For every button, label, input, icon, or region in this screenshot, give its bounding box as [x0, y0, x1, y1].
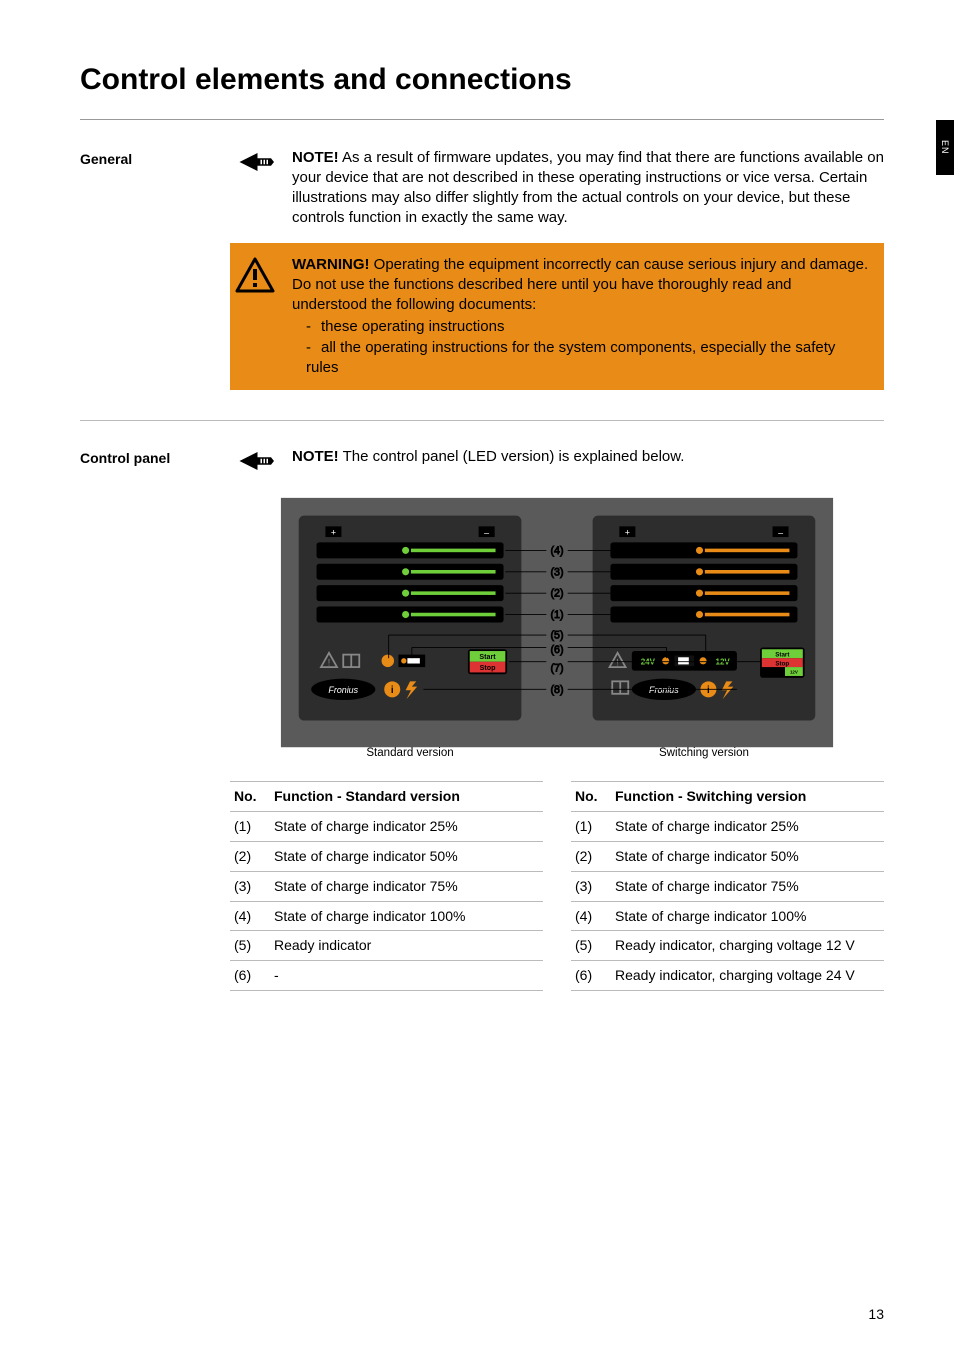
table-row: (4)State of charge indicator 100%	[230, 901, 543, 931]
warning-item-2: all the operating instructions for the s…	[306, 338, 870, 379]
warning-lead: WARNING!	[292, 256, 370, 273]
section-rule	[80, 420, 884, 421]
svg-text:Switching version: Switching version	[659, 747, 749, 759]
pointing-hand-icon	[238, 150, 274, 174]
svg-text:(3): (3)	[550, 566, 563, 578]
title-rule	[80, 119, 884, 120]
svg-text:!: !	[616, 657, 618, 667]
warning-triangle-icon	[235, 257, 275, 293]
svg-text:Stop: Stop	[480, 664, 496, 672]
panel-note-lead: NOTE!	[292, 448, 339, 465]
panel-illustration: + –	[230, 487, 884, 767]
svg-text:(7): (7)	[550, 663, 563, 675]
table-switching: No. Function - Switching version (1)Stat…	[571, 781, 884, 991]
svg-text:(8): (8)	[550, 684, 563, 696]
table-row: (3)State of charge indicator 75%	[571, 871, 884, 901]
svg-text:(4): (4)	[550, 545, 563, 557]
svg-text:–: –	[484, 527, 489, 537]
note-lead: NOTE!	[292, 149, 339, 166]
svg-text:Start: Start	[775, 651, 789, 658]
pointing-hand-icon	[238, 449, 274, 473]
th-no: No.	[571, 782, 611, 812]
svg-text:12V: 12V	[790, 669, 798, 674]
svg-text:(2): (2)	[550, 588, 563, 600]
section-general: General NOTE! As a result of firmware up…	[80, 148, 884, 399]
page: Control elements and connections General…	[0, 0, 954, 1033]
section-control-panel: Control panel NOTE! The control panel (L…	[80, 447, 884, 991]
section-label-panel: Control panel	[80, 447, 230, 991]
table-row: (5)Ready indicator	[230, 931, 543, 961]
section-label-general: General	[80, 148, 230, 399]
svg-text:+: +	[331, 527, 336, 537]
th-no: No.	[230, 782, 270, 812]
table-row: (1)State of charge indicator 25%	[571, 811, 884, 841]
table-row: (5)Ready indicator, charging voltage 12 …	[571, 931, 884, 961]
svg-text:i: i	[707, 685, 710, 696]
th-fn: Function - Switching version	[611, 782, 884, 812]
warning-item-1: these operating instructions	[306, 317, 870, 337]
table-row: (6)Ready indicator, charging voltage 24 …	[571, 961, 884, 991]
table-row: (6)-	[230, 961, 543, 991]
page-number: 13	[868, 1305, 884, 1324]
warning-body: Operating the equipment incorrectly can …	[292, 256, 868, 314]
svg-text:+: +	[625, 527, 630, 537]
table-row: (1)State of charge indicator 25%	[230, 811, 543, 841]
th-fn: Function - Standard version	[270, 782, 543, 812]
page-title: Control elements and connections	[80, 60, 884, 101]
svg-text:Start: Start	[479, 653, 496, 661]
svg-text:Standard version: Standard version	[366, 747, 453, 759]
svg-text:–: –	[778, 527, 783, 537]
svg-text:Stop: Stop	[775, 660, 789, 667]
table-row: (4)State of charge indicator 100%	[571, 901, 884, 931]
svg-text:Fronius: Fronius	[328, 685, 358, 695]
table-row: (2)State of charge indicator 50%	[230, 841, 543, 871]
svg-text:Fronius: Fronius	[649, 685, 679, 695]
language-tab: EN	[936, 120, 954, 175]
note-body: As a result of firmware updates, you may…	[292, 149, 884, 227]
svg-text:!: !	[328, 657, 330, 667]
panel-note-body: The control panel (LED version) is expla…	[339, 448, 685, 465]
panel-note-callout: NOTE! The control panel (LED version) is…	[230, 447, 884, 473]
warning-callout: WARNING! Operating the equipment incorre…	[230, 243, 884, 391]
svg-text:(6): (6)	[550, 644, 563, 656]
svg-text:(1): (1)	[550, 609, 563, 621]
function-tables: No. Function - Standard version (1)State…	[230, 781, 884, 991]
table-row: (2)State of charge indicator 50%	[571, 841, 884, 871]
svg-text:i: i	[391, 685, 394, 696]
table-standard: No. Function - Standard version (1)State…	[230, 781, 543, 991]
table-row: (3)State of charge indicator 75%	[230, 871, 543, 901]
note-callout: NOTE! As a result of firmware updates, y…	[230, 148, 884, 229]
svg-text:(5): (5)	[550, 630, 563, 642]
